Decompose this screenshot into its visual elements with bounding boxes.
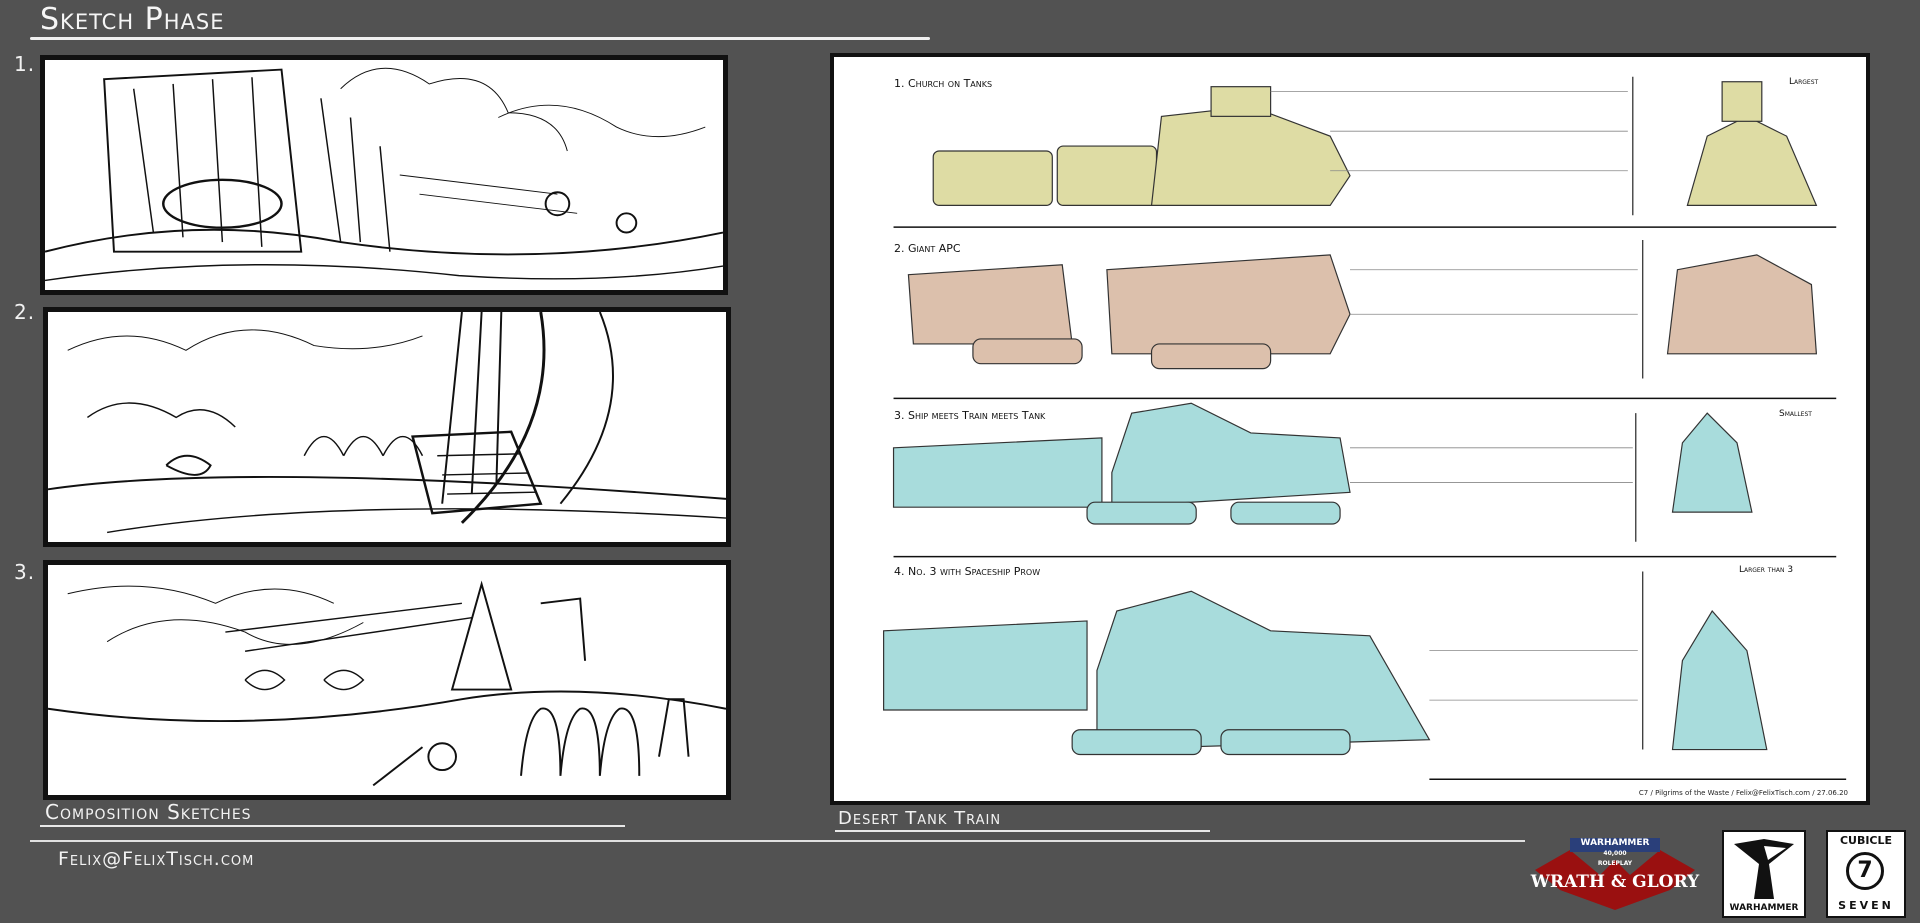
concept-row-4-tag: Larger than 3 bbox=[1739, 565, 1794, 575]
c7-logo-numeral: 7 bbox=[1857, 858, 1873, 883]
panel-number-3: 3. bbox=[14, 560, 36, 584]
composition-sketch-2 bbox=[43, 307, 731, 547]
wg-logo-line3: ROLEPLAY bbox=[1597, 860, 1633, 867]
concept-row-1-label: 1. Church on Tanks bbox=[894, 77, 993, 90]
train-caption: Desert Tank Train bbox=[838, 808, 1002, 829]
concept-row-4-label: 4. No. 3 with Spaceship Prow bbox=[894, 565, 1041, 578]
footer-divider bbox=[30, 840, 1525, 842]
warhammer-logo: WARHAMMER bbox=[1722, 830, 1806, 918]
sheet-credit: C7 / Pilgrims of the Waste / Felix@Felix… bbox=[1638, 789, 1848, 797]
wrath-glory-logo: WARHAMMER 40,000 ROLEPLAY WRATH & GLORY bbox=[1530, 830, 1700, 918]
artist-email: Felix@FelixTisch.com bbox=[58, 848, 255, 870]
composition-sketch-1 bbox=[40, 55, 728, 295]
composition-underline bbox=[40, 825, 625, 827]
train-underline bbox=[835, 830, 1210, 832]
wg-logo-name: WRATH & GLORY bbox=[1530, 872, 1700, 892]
wg-logo-line2: 40,000 bbox=[1603, 850, 1627, 857]
page-title: Sketch Phase bbox=[40, 2, 225, 37]
panel-number-1: 1. bbox=[14, 52, 36, 76]
c7-logo-line2: SEVEN bbox=[1838, 899, 1894, 912]
wg-logo-line1: WARHAMMER bbox=[1580, 838, 1650, 848]
c7-logo-line1: CUBICLE bbox=[1839, 834, 1893, 847]
panel-number-2: 2. bbox=[14, 300, 36, 324]
concept-row-3-label: 3. Ship meets Train meets Tank bbox=[894, 409, 1046, 422]
c7-logo-circle: 7 bbox=[1846, 852, 1884, 890]
cubicle7-logo: CUBICLE 7 SEVEN bbox=[1826, 830, 1906, 918]
concept-row-2-label: 2. Giant APC bbox=[894, 242, 961, 255]
composition-sketch-3 bbox=[43, 560, 731, 800]
concept-row-1-tag: Largest bbox=[1789, 77, 1819, 87]
composition-caption: Composition Sketches bbox=[45, 800, 252, 824]
concept-row-3-tag: Smallest bbox=[1779, 409, 1812, 419]
title-underline bbox=[30, 37, 930, 40]
warhammer-logo-text: WARHAMMER bbox=[1729, 903, 1799, 913]
tank-train-concept-sheet: 1. Church on Tanks Largest 2. Giant APC … bbox=[830, 53, 1870, 805]
